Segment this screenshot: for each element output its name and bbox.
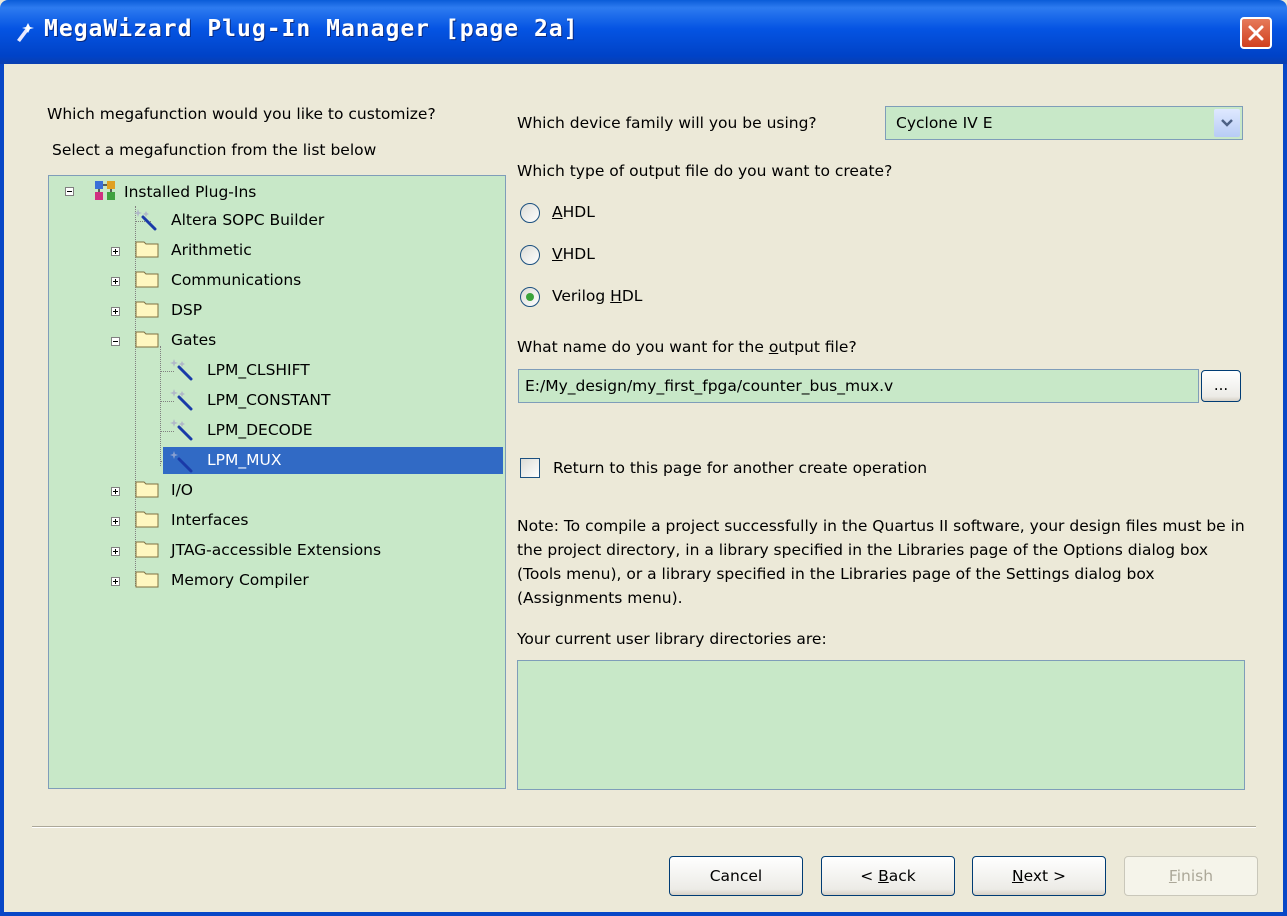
- vhdl-radio[interactable]: [520, 245, 540, 265]
- wizard-app-icon: [17, 23, 34, 42]
- expand-interfaces-toggle[interactable]: [111, 517, 120, 526]
- folder-icon: [135, 511, 159, 528]
- folder-icon: [135, 241, 159, 258]
- window-title: MegaWizard Plug-In Manager [page 2a]: [44, 16, 579, 42]
- folder-icon: [135, 481, 159, 498]
- cancel-button[interactable]: Cancel: [669, 856, 803, 896]
- tree-item-dsp[interactable]: DSP: [171, 297, 202, 323]
- tree-item-jtag-extensions[interactable]: JTAG-accessible Extensions: [171, 537, 381, 563]
- expand-io-toggle[interactable]: [111, 487, 120, 496]
- tree-root-installed-plugins[interactable]: Installed Plug-Ins: [124, 179, 256, 205]
- tree-item-altera-sopc-builder[interactable]: Altera SOPC Builder: [171, 207, 324, 233]
- dropdown-button[interactable]: [1214, 109, 1240, 137]
- folder-icon: [135, 571, 159, 588]
- next-button[interactable]: Next >: [972, 856, 1106, 896]
- tree-item-interfaces[interactable]: Interfaces: [171, 507, 248, 533]
- browse-button[interactable]: ...: [1201, 370, 1241, 402]
- close-icon: [1248, 25, 1264, 41]
- library-dirs-list[interactable]: [517, 660, 1245, 790]
- return-to-page-checkbox[interactable]: [520, 458, 540, 478]
- finish-button[interactable]: Finish: [1124, 856, 1258, 896]
- device-family-select[interactable]: Cyclone IV E: [885, 106, 1243, 140]
- megafunction-tree[interactable]: Installed Plug-Ins Altera SOPC Builder A…: [48, 175, 506, 789]
- tree-item-arithmetic[interactable]: Arithmetic: [171, 237, 252, 263]
- tree-item-lpm-mux-label: LPM_MUX: [207, 451, 282, 469]
- device-family-value: Cyclone IV E: [896, 114, 993, 132]
- collapse-gates-toggle[interactable]: [111, 337, 120, 346]
- output-file-label: What name do you want for the output fil…: [517, 338, 857, 356]
- device-family-label: Which device family will you be using?: [517, 114, 817, 132]
- expand-arithmetic-toggle[interactable]: [111, 247, 120, 256]
- ahdl-radio[interactable]: [520, 203, 540, 223]
- tree-item-lpm-decode[interactable]: LPM_DECODE: [207, 417, 313, 443]
- expand-communications-toggle[interactable]: [111, 277, 120, 286]
- vhdl-label[interactable]: VHDL: [552, 245, 595, 263]
- expand-memory-compiler-toggle[interactable]: [111, 577, 120, 586]
- tree-item-lpm-clshift[interactable]: LPM_CLSHIFT: [207, 357, 310, 383]
- wand-icon: [134, 209, 157, 231]
- collapse-root-toggle[interactable]: [65, 187, 74, 196]
- library-dirs-label: Your current user library directories ar…: [517, 630, 827, 648]
- back-button[interactable]: < Back: [821, 856, 955, 896]
- title-bar[interactable]: MegaWizard Plug-In Manager [page 2a]: [0, 0, 1287, 64]
- folder-icon: [135, 541, 159, 558]
- divider: [32, 826, 1256, 828]
- close-button[interactable]: [1240, 17, 1272, 49]
- wand-icon: [170, 359, 193, 381]
- tree-item-communications[interactable]: Communications: [171, 267, 301, 293]
- return-to-page-label[interactable]: Return to this page for another create o…: [553, 459, 927, 477]
- output-file-value: E:/My_design/my_first_fpga/counter_bus_m…: [525, 377, 894, 395]
- verilog-hdl-label[interactable]: Verilog HDL: [552, 287, 642, 305]
- verilog-hdl-radio[interactable]: [520, 287, 540, 307]
- tree-item-lpm-constant[interactable]: LPM_CONSTANT: [207, 387, 331, 413]
- tree-item-io[interactable]: I/O: [171, 477, 193, 503]
- wand-icon: [170, 389, 193, 411]
- folder-icon: [135, 331, 159, 348]
- folder-icon: [135, 301, 159, 318]
- megafunction-question: Which megafunction would you like to cus…: [47, 105, 436, 123]
- tree-item-gates[interactable]: Gates: [171, 327, 216, 353]
- compile-note: Note: To compile a project successfully …: [517, 517, 1245, 607]
- tree-item-lpm-mux-selected[interactable]: LPM_MUX: [163, 447, 503, 474]
- chevron-down-icon: [1221, 119, 1233, 127]
- ahdl-label[interactable]: AHDL: [552, 203, 595, 221]
- plugins-icon: [95, 181, 115, 200]
- expand-dsp-toggle[interactable]: [111, 307, 120, 316]
- wand-icon: [170, 419, 193, 441]
- wand-icon: [170, 451, 193, 473]
- megafunction-hint: Select a megafunction from the list belo…: [52, 141, 377, 159]
- folder-icon: [135, 271, 159, 288]
- output-file-input[interactable]: E:/My_design/my_first_fpga/counter_bus_m…: [518, 369, 1199, 403]
- output-type-label: Which type of output file do you want to…: [517, 162, 893, 180]
- expand-jtag-toggle[interactable]: [111, 547, 120, 556]
- tree-item-memory-compiler[interactable]: Memory Compiler: [171, 567, 309, 593]
